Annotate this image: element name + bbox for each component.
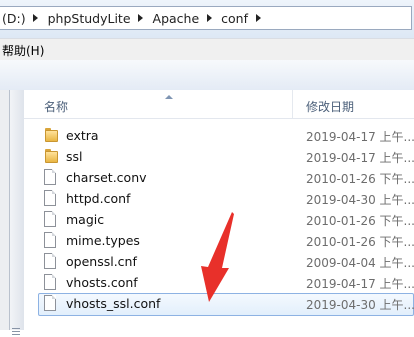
file-icon	[44, 190, 56, 206]
file-row-charset-conv[interactable]: charset.conv 2010-01-26 下午...	[38, 167, 414, 188]
column-header: 名称 修改日期	[24, 90, 414, 119]
file-icon	[44, 211, 56, 227]
address-bar-area: (D:) phpStudyLite Apache conf	[0, 0, 414, 38]
folder-icon	[44, 127, 58, 142]
breadcrumb-label: (D:)	[2, 10, 26, 26]
chevron-right-icon[interactable]	[26, 7, 46, 29]
file-date: 2019-04-30 上午...	[306, 193, 414, 207]
column-date-header[interactable]: 修改日期	[306, 98, 354, 115]
menu-bar: 帮助(H)	[0, 38, 414, 62]
folder-icon	[44, 148, 58, 163]
file-name: vhosts_ssl.conf	[66, 296, 161, 311]
file-row-httpd-conf[interactable]: httpd.conf 2019-04-30 上午...	[38, 188, 414, 209]
file-name: httpd.conf	[66, 191, 131, 206]
file-name: mime.types	[66, 233, 140, 248]
file-list: 名称 修改日期 extra 2019-04-17 上午... ssl 2019-…	[24, 90, 414, 330]
breadcrumb-label: Apache	[152, 10, 200, 26]
file-icon	[44, 295, 56, 311]
navigation-pane-scrollbar[interactable]	[0, 90, 25, 335]
file-date: 2019-04-30 上午...	[306, 298, 414, 312]
command-toolbar	[0, 60, 414, 91]
file-date: 2010-01-26 下午...	[306, 172, 414, 186]
file-date: 2009-04-04 上午...	[306, 256, 414, 270]
breadcrumb-phpstudylite[interactable]: phpStudyLite	[46, 7, 131, 29]
file-icon	[44, 232, 56, 248]
breadcrumb-drive[interactable]: (D:)	[0, 7, 26, 29]
chevron-right-icon[interactable]	[248, 7, 268, 29]
file-row-openssl-cnf[interactable]: openssl.cnf 2009-04-04 上午...	[38, 251, 414, 272]
sort-ascending-icon	[165, 95, 173, 99]
file-name: openssl.cnf	[66, 254, 137, 269]
scrollbar-thumb[interactable]	[9, 90, 25, 330]
file-row-magic[interactable]: magic 2010-01-26 下午...	[38, 209, 414, 230]
scrollbar-grip-icon	[12, 328, 20, 337]
column-divider[interactable]	[292, 90, 293, 118]
file-name: ssl	[66, 149, 83, 164]
file-row-ssl[interactable]: ssl 2019-04-17 上午...	[38, 146, 414, 167]
file-name: charset.conv	[66, 170, 147, 185]
file-icon	[44, 169, 56, 185]
file-row-vhosts-conf[interactable]: vhosts.conf 2019-04-17 上午...	[38, 272, 414, 293]
address-bar[interactable]: (D:) phpStudyLite Apache conf	[0, 6, 412, 30]
file-row-extra[interactable]: extra 2019-04-17 上午...	[38, 125, 414, 146]
file-name: magic	[66, 212, 105, 227]
file-row-mime-types[interactable]: mime.types 2010-01-26 下午...	[38, 230, 414, 251]
file-date: 2019-04-17 上午...	[306, 151, 414, 165]
breadcrumb-conf[interactable]: conf	[219, 7, 248, 29]
menu-help[interactable]: 帮助(H)	[0, 42, 46, 59]
file-name: vhosts.conf	[66, 275, 138, 290]
file-icon	[44, 253, 56, 269]
column-name-header[interactable]: 名称	[44, 98, 68, 115]
breadcrumb-label: phpStudyLite	[47, 10, 131, 26]
chevron-right-icon[interactable]	[131, 7, 151, 29]
file-date: 2010-01-26 下午...	[306, 214, 414, 228]
file-date: 2019-04-17 上午...	[306, 277, 414, 291]
breadcrumb-label: conf	[221, 10, 248, 26]
file-name: extra	[66, 128, 99, 143]
chevron-right-icon[interactable]	[199, 7, 219, 29]
breadcrumb-apache[interactable]: Apache	[151, 7, 200, 29]
file-date: 2010-01-26 下午...	[306, 235, 414, 249]
file-date: 2019-04-17 上午...	[306, 130, 414, 144]
file-row-vhosts-ssl-conf[interactable]: vhosts_ssl.conf 2019-04-30 上午...	[38, 293, 414, 316]
file-icon	[44, 274, 56, 290]
